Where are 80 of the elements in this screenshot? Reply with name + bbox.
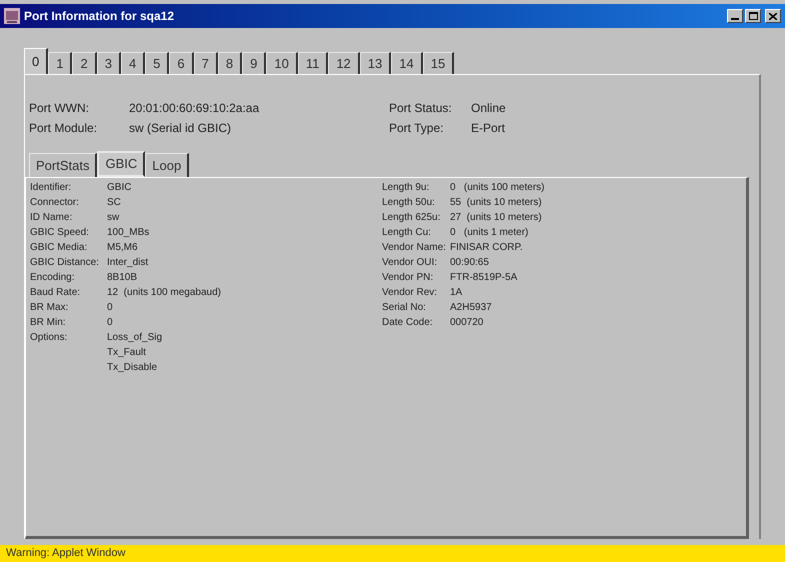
field-label: Encoding: (30, 271, 76, 285)
detail-tab[interactable]: Loop (145, 153, 190, 177)
field-label: Port Status: (389, 100, 453, 117)
port-tab[interactable]: 5 (145, 52, 170, 74)
field-label: Vendor Rev: (382, 286, 438, 300)
field-value: 100_MBs (107, 226, 150, 240)
port-tab[interactable]: 2 (72, 52, 97, 74)
field-label: Identifier: (30, 181, 72, 195)
field-label: GBIC Speed: (30, 226, 90, 240)
field-value: sw (107, 211, 120, 225)
maximize-button[interactable] (745, 9, 761, 23)
field-label: Port Type: (389, 120, 444, 137)
detail-tab[interactable]: GBIC (97, 151, 146, 177)
field-label: GBIC Distance: (30, 256, 100, 270)
field-label: Length 625u: (382, 211, 442, 225)
field-value: SC (107, 196, 121, 210)
field-label: ID Name: (30, 211, 74, 225)
field-label: Vendor PN: (382, 271, 434, 285)
field-label: Date Code: (382, 316, 434, 330)
field-value: 000720 (450, 316, 484, 330)
field-label: Port Module: (29, 120, 98, 137)
field-value: Loss_of_Sig (107, 331, 162, 345)
window-title: Port Information for sqa12 (24, 8, 174, 25)
field-label: Vendor OUI: (382, 256, 438, 270)
field-label: Vendor Name: (382, 241, 447, 255)
port-tab[interactable]: 10 (266, 52, 298, 74)
port-tab[interactable]: 6 (169, 52, 194, 74)
field-value: 0 (107, 316, 113, 330)
port-tab[interactable]: 0 (24, 48, 48, 74)
field-label: BR Min: (30, 316, 67, 330)
port-tab[interactable]: 8 (218, 52, 242, 74)
port-tab[interactable]: 14 (391, 52, 423, 74)
field-label: Options: (30, 331, 68, 345)
field-value: A2H5937 (450, 301, 492, 315)
port-tab[interactable]: 11 (298, 52, 328, 74)
port-tab[interactable]: 1 (48, 52, 72, 74)
field-label: Serial No: (382, 301, 427, 315)
field-label: GBIC Media: (30, 241, 88, 255)
port-tab[interactable]: 7 (194, 52, 218, 74)
field-label: BR Max: (30, 301, 70, 315)
field-value: Inter_dist (107, 256, 148, 270)
port-tab[interactable]: 4 (120, 52, 146, 74)
minimize-button[interactable] (727, 9, 743, 23)
field-value: 8B10B (107, 271, 138, 285)
field-value: 1A (450, 286, 462, 300)
field-value: 55 (units 10 meters) (450, 196, 542, 210)
field-label: Baud Rate: (30, 286, 82, 300)
detail-tab[interactable]: PortStats (29, 153, 98, 177)
field-label: Connector: (30, 196, 80, 210)
port-tab[interactable]: 3 (96, 52, 121, 74)
field-value: 0 (units 1 meter) (450, 226, 528, 240)
app-icon (4, 8, 20, 24)
close-button[interactable] (765, 9, 781, 23)
status-text: Warning: Applet Window (6, 546, 126, 562)
field-value: 27 (units 10 meters) (450, 211, 542, 225)
field-value: E-Port (471, 120, 506, 137)
field-value: 0 (units 100 meters) (450, 181, 544, 195)
field-value: GBIC (107, 181, 132, 195)
port-tab[interactable]: 15 (422, 52, 454, 74)
field-value: Tx_Fault (107, 346, 146, 360)
field-value: FINISAR CORP. (450, 241, 523, 255)
field-label: Length 9u: (382, 181, 430, 195)
field-value: 0 (107, 301, 113, 315)
field-value: Online (471, 100, 506, 117)
port-tab[interactable]: 13 (360, 52, 392, 74)
field-value: FTR-8519P-5A (450, 271, 518, 285)
port-tab[interactable]: 12 (328, 52, 360, 74)
field-value: sw (Serial id GBIC) (129, 120, 232, 137)
minimize-icon (731, 18, 739, 20)
port-tab[interactable]: 9 (242, 52, 266, 74)
maximize-icon (748, 12, 758, 20)
field-value: Tx_Disable (107, 361, 158, 375)
field-label: Port WWN: (29, 100, 90, 117)
close-icon (769, 12, 777, 20)
field-label: Length Cu: (382, 226, 432, 240)
field-value: 20:01:00:60:69:10:2a:aa (129, 100, 260, 117)
field-label: Length 50u: (382, 196, 436, 210)
field-value: M5,M6 (107, 241, 138, 255)
field-value: 00:90:65 (450, 256, 489, 270)
field-value: 12 (units 100 megabaud) (107, 286, 221, 300)
